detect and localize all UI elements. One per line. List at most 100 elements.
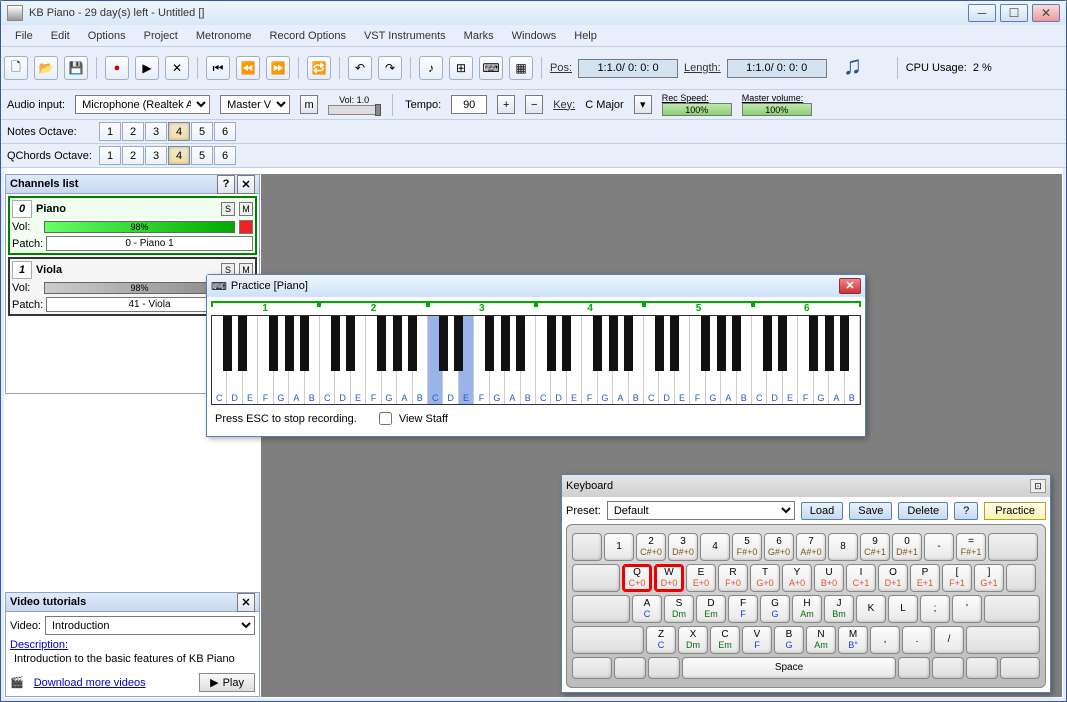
forward-button[interactable]: ⏩ [266,56,290,80]
black-key[interactable] [593,316,602,371]
keyboard-window[interactable]: Keyboard ⊡ Preset: Default Load Save Del… [561,474,1051,693]
keyboard-key[interactable]: 7A#+0 [796,533,826,561]
black-key[interactable] [547,316,556,371]
tutorials-play-button[interactable]: ▶ Play [199,673,255,692]
audio-input-select[interactable]: Microphone (Realtek AC [75,95,210,114]
vol-slider[interactable] [328,105,380,115]
keyboard-key[interactable]: PE+1 [910,564,940,592]
keyboard-key[interactable]: EE+0 [686,564,716,592]
kbd-save-button[interactable]: Save [849,502,892,520]
keyboard-key[interactable]: / [934,626,964,654]
keyboard-key[interactable]: CEm [710,626,740,654]
open-button[interactable]: 📂 [34,56,58,80]
qchords-oct-btn-2[interactable]: 2 [122,146,144,165]
practice-close-button[interactable]: ✕ [839,278,861,294]
black-key[interactable] [269,316,278,371]
keyboard-key[interactable]: K [856,595,886,623]
save-button[interactable]: 💾 [64,56,88,80]
keyboard-key[interactable]: IC+1 [846,564,876,592]
keyboard-key[interactable]: 5F#+0 [732,533,762,561]
rec-speed-bar[interactable]: 100% [662,103,732,116]
black-key[interactable] [238,316,247,371]
stop-button[interactable]: ✕ [165,56,189,80]
keyboard-key[interactable]: DEm [696,595,726,623]
notes-oct-btn-6[interactable]: 6 [214,122,236,141]
keyboard-key[interactable]: UB+0 [814,564,844,592]
keyboard-view-button[interactable]: ▦ [509,56,533,80]
keyboard-key[interactable]: TG+0 [750,564,780,592]
minimize-button[interactable]: ─ [968,4,996,22]
keyboard-key[interactable]: ]G+1 [974,564,1004,592]
menu-edit[interactable]: Edit [43,28,78,44]
qchords-oct-btn-4[interactable]: 4 [168,146,190,165]
menu-project[interactable]: Project [136,28,186,44]
keyboard-key[interactable]: 0D#+1 [892,533,922,561]
tempo-input[interactable] [451,95,487,114]
black-key[interactable] [377,316,386,371]
keyboard-key[interactable]: 9C#+1 [860,533,890,561]
keyboard-key[interactable]: WD+0 [654,564,684,592]
menu-record-options[interactable]: Record Options [262,28,354,44]
keyboard-key[interactable]: 6G#+0 [764,533,794,561]
view-staff-check[interactable]: View Staff [375,409,448,428]
length-field[interactable]: 1:1.0/ 0: 0: 0 [727,59,827,78]
piano-keyboard[interactable]: CDEFGABCDEFGABCDEFGABCDEFGABCDEFGABCDEFG… [211,315,861,405]
keyboard-key[interactable]: 1 [604,533,634,561]
qchords-oct-btn-6[interactable]: 6 [214,146,236,165]
black-key[interactable] [331,316,340,371]
keyboard-key[interactable]: MB° [838,626,868,654]
undo-button[interactable]: ↶ [348,56,372,80]
master-select[interactable]: Master Vo [220,95,290,114]
practice-button[interactable]: Practice [984,502,1046,520]
black-key[interactable] [562,316,571,371]
keyboard-pin-button[interactable]: ⊡ [1030,479,1046,493]
channel[interactable]: 0PianoSM Vol:98% Patch:0 - Piano 1 [8,196,257,255]
black-key[interactable] [439,316,448,371]
close-button[interactable]: ✕ [1032,4,1060,22]
keyboard-key[interactable]: VF [742,626,772,654]
black-key[interactable] [732,316,741,371]
keyboard-key[interactable]: ; [920,595,950,623]
menu-marks[interactable]: Marks [456,28,502,44]
record-button[interactable]: ● [105,56,129,80]
black-key[interactable] [624,316,633,371]
loop-button[interactable]: 🔁 [307,56,331,80]
black-key[interactable] [701,316,710,371]
keyboard-key[interactable]: XDm [678,626,708,654]
keyboard-key[interactable]: 8 [828,533,858,561]
qchords-oct-btn-1[interactable]: 1 [99,146,121,165]
keyboard-key[interactable]: ' [952,595,982,623]
play-button[interactable]: ▶ [135,56,159,80]
keyboard-key[interactable]: BG [774,626,804,654]
rewind-button[interactable]: ⏪ [236,56,260,80]
keyboard-key[interactable]: HAm [792,595,822,623]
black-key[interactable] [809,316,818,371]
notes-oct-btn-3[interactable]: 3 [145,122,167,141]
menu-options[interactable]: Options [80,28,134,44]
tutorials-video-select[interactable]: Introduction [45,616,255,635]
keyboard-key[interactable]: ZC [646,626,676,654]
keyboard-key[interactable]: 2C#+0 [636,533,666,561]
black-key[interactable] [501,316,510,371]
black-key[interactable] [485,316,494,371]
black-key[interactable] [655,316,664,371]
keyboard-key[interactable]: L [888,595,918,623]
keyboard-key[interactable]: YA+0 [782,564,812,592]
black-key[interactable] [717,316,726,371]
keyboard-key[interactable]: 4 [700,533,730,561]
tempo-minus[interactable]: − [525,95,543,114]
notes-oct-btn-5[interactable]: 5 [191,122,213,141]
black-key[interactable] [408,316,417,371]
help-button[interactable]: ? [954,502,978,520]
start-button[interactable]: ⏮ [206,56,230,80]
channels-help-button[interactable]: ? [217,175,235,194]
keyboard-titlebar[interactable]: Keyboard ⊡ [562,475,1050,497]
black-key[interactable] [825,316,834,371]
keyboard-key[interactable]: - [924,533,954,561]
keyboard-key[interactable]: QC+0 [622,564,652,592]
delete-button[interactable]: Delete [898,502,948,520]
keyboard-space-key[interactable]: Space [682,657,896,679]
master-volume-bar[interactable]: 100% [742,103,812,116]
keyboard-key[interactable]: FF [728,595,758,623]
pos-field[interactable]: 1:1.0/ 0: 0: 0 [578,59,678,78]
